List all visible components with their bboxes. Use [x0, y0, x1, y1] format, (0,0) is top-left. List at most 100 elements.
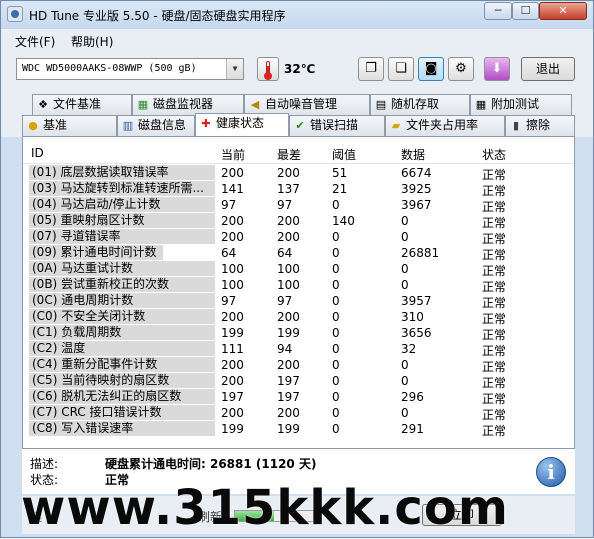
table-row[interactable]: (05) 重映射扇区计数 200 200 140 0 正常	[23, 213, 574, 230]
cell-id: (C8) 写入错误速率	[29, 421, 215, 436]
cell-data: 291	[401, 422, 424, 436]
cell-threshold: 0	[332, 198, 340, 212]
app-window: HD Tune 专业版 5.50 - 硬盘/固态硬盘实用程序 ─ ☐ ✕ 文件(…	[0, 0, 594, 538]
table-row[interactable]: (C0) 不安全关闭计数 200 200 0 310 正常	[23, 309, 574, 326]
table-row[interactable]: (03) 马达旋转到标准转速所需... 141 137 21 3925 正常	[23, 181, 574, 198]
cell-data: 26881	[401, 246, 440, 260]
menu-bar: 文件(F) 帮助(H)	[1, 29, 593, 51]
table-row[interactable]: (C2) 温度 111 94 0 32 正常	[23, 341, 574, 358]
table-row[interactable]: (C7) CRC 接口错误计数 200 200 0 0 正常	[23, 405, 574, 422]
tab-health[interactable]: ✚ 健康状态	[195, 113, 289, 136]
cell-worst: 197	[277, 374, 300, 388]
header-data[interactable]: 数据	[401, 146, 425, 163]
cell-id: (C2) 温度	[29, 341, 215, 356]
window-title: HD Tune 专业版 5.50 - 硬盘/固态硬盘实用程序	[29, 9, 286, 23]
header-threshold[interactable]: 阈值	[332, 146, 356, 163]
screenshot-button[interactable]: ◙	[418, 57, 444, 81]
tab-label: 自动噪音管理	[265, 97, 338, 111]
copy-report-button[interactable]: ❏	[388, 57, 414, 81]
title-bar[interactable]: HD Tune 专业版 5.50 - 硬盘/固态硬盘实用程序 ─ ☐ ✕	[1, 1, 593, 29]
save-download-icon: ⬇	[491, 61, 503, 76]
cell-data: 3957	[401, 294, 432, 308]
cell-current: 100	[221, 262, 244, 276]
cell-worst: 197	[277, 390, 300, 404]
chevron-down-icon[interactable]: ▼	[226, 59, 243, 79]
cell-current: 200	[221, 214, 244, 228]
cell-worst: 94	[277, 342, 293, 356]
tab-random-access[interactable]: ▤ 随机存取	[370, 94, 470, 115]
exit-button[interactable]: 退出	[521, 57, 575, 81]
cell-current: 111	[221, 342, 244, 356]
cell-id: (09) 累计通电时间计数	[29, 245, 215, 260]
menu-help[interactable]: 帮助(H)	[71, 33, 113, 50]
cell-current: 64	[221, 246, 237, 260]
close-button[interactable]: ✕	[539, 2, 587, 20]
tab-disk-monitor[interactable]: ▦ 磁盘监视器	[132, 94, 244, 115]
extra-tests-icon: ▦	[475, 98, 487, 111]
table-row[interactable]: (04) 马达启动/停止计数 97 97 0 3967 正常	[23, 197, 574, 214]
cell-threshold: 0	[332, 230, 340, 244]
options-button[interactable]: ⚙	[448, 57, 474, 81]
cell-current: 200	[221, 310, 244, 324]
copy-info-button[interactable]: ❐	[358, 57, 384, 81]
cell-threshold: 0	[332, 422, 340, 436]
cell-data: 3656	[401, 326, 432, 340]
tab-disk-info[interactable]: ▥ 磁盘信息	[117, 115, 195, 136]
cell-worst: 64	[277, 246, 293, 260]
tab-file-benchmark[interactable]: ❖ 文件基准	[32, 94, 132, 115]
tab-folder-usage[interactable]: ▰ 文件夹占用率	[385, 115, 505, 136]
cell-worst: 100	[277, 262, 300, 276]
tab-extra-tests[interactable]: ▦ 附加测试	[470, 94, 572, 115]
copy-info-icon: ❐	[365, 61, 377, 76]
cell-status: 正常	[482, 424, 507, 438]
table-row[interactable]: (0C) 通电周期计数 97 97 0 3957 正常	[23, 293, 574, 310]
cell-id: (01) 底层数据读取错误率	[29, 165, 215, 180]
cell-worst: 97	[277, 198, 293, 212]
table-row[interactable]: (09) 累计通电时间计数 64 64 0 26881 正常	[23, 245, 574, 262]
tab-label: 错误扫描	[310, 118, 359, 132]
cell-threshold: 0	[332, 326, 340, 340]
health-cross-icon: ✚	[201, 117, 211, 130]
cell-id: (0C) 通电周期计数	[29, 293, 215, 308]
menu-file[interactable]: 文件(F)	[15, 33, 55, 50]
tab-label: 随机存取	[391, 97, 440, 111]
cell-data: 3967	[401, 198, 432, 212]
cell-worst: 100	[277, 278, 300, 292]
tab-benchmark[interactable]: ● 基准	[22, 115, 117, 136]
table-row[interactable]: (07) 寻道错误率 200 200 0 0 正常	[23, 229, 574, 246]
header-id[interactable]: ID	[31, 146, 44, 160]
smart-table: ID 当前 最差 阈值 数据 状态 (01) 底层数据读取错误率 200 200 51…	[22, 136, 575, 449]
cell-id: (03) 马达旋转到标准转速所需...	[29, 181, 215, 196]
tab-error-scan[interactable]: ✔ 错误扫描	[289, 115, 385, 136]
table-row[interactable]: (C1) 负载周期数 199 199 0 3656 正常	[23, 325, 574, 342]
table-row[interactable]: (C4) 重新分配事件计数 200 200 0 0 正常	[23, 357, 574, 374]
tab-label: 健康状态	[216, 116, 265, 130]
cell-id: (04) 马达启动/停止计数	[29, 197, 215, 212]
tab-aam[interactable]: ◀ 自动噪音管理	[244, 94, 370, 115]
table-row[interactable]: (0B) 尝试重新校正的次数 100 100 0 0 正常	[23, 277, 574, 294]
maximize-button[interactable]: ☐	[512, 2, 539, 20]
table-row[interactable]: (0A) 马达重试计数 100 100 0 0 正常	[23, 261, 574, 278]
cell-worst: 200	[277, 358, 300, 372]
drive-select[interactable]: WDC WD5000AAKS-08WWP (500 gB) ▼	[16, 58, 244, 80]
tab-label: 基准	[43, 118, 68, 132]
error-scan-icon: ✔	[295, 119, 305, 132]
tab-erase[interactable]: ▮ 擦除	[505, 115, 575, 136]
table-row[interactable]: (C6) 脱机无法纠正的扇区数 197 197 0 296 正常	[23, 389, 574, 406]
header-current[interactable]: 当前	[221, 146, 245, 163]
cell-data: 0	[401, 230, 409, 244]
cell-worst: 200	[277, 310, 300, 324]
cell-id: (C5) 当前待映射的扇区数	[29, 373, 215, 388]
save-button[interactable]: ⬇	[484, 57, 510, 81]
table-row[interactable]: (C8) 写入错误速率 199 199 0 291 正常	[23, 421, 574, 438]
bulb-icon: ●	[28, 119, 38, 132]
cell-id: (07) 寻道错误率	[29, 229, 215, 244]
minimize-button[interactable]: ─	[484, 2, 512, 20]
speaker-icon: ◀	[250, 98, 260, 111]
tab-label: 文件基准	[53, 97, 102, 111]
header-worst[interactable]: 最差	[277, 146, 301, 163]
table-row[interactable]: (C5) 当前待映射的扇区数 200 197 0 0 正常	[23, 373, 574, 390]
header-status[interactable]: 状态	[482, 146, 506, 163]
cell-threshold: 51	[332, 166, 348, 180]
table-row[interactable]: (01) 底层数据读取错误率 200 200 51 6674 正常	[23, 165, 574, 182]
